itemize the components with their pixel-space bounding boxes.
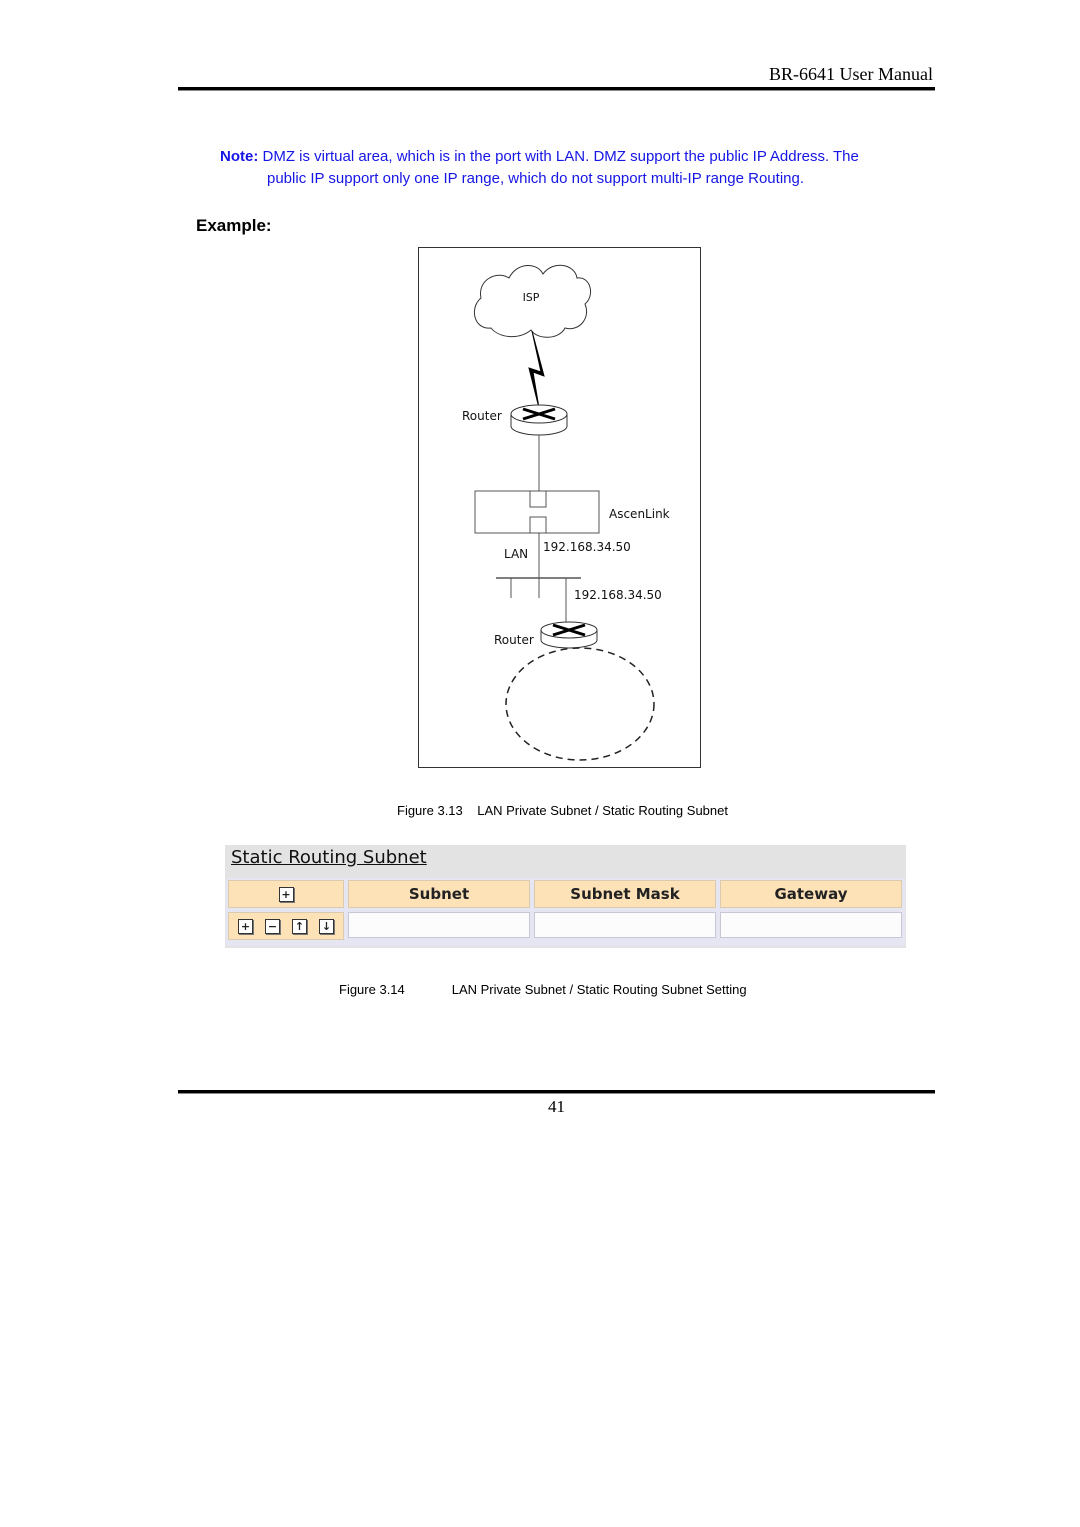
figure-14-number: Figure 3.14 [339,982,405,997]
row-actions-cell: + − ↑ ↓ [228,912,344,940]
column-header-subnet: Subnet [348,880,530,908]
example-heading: Example: [196,216,272,235]
header-rule [178,87,935,91]
panel-title: Static Routing Subnet [231,847,427,868]
router1-label: Router [462,409,502,423]
add-row-icon[interactable]: + [278,886,294,902]
figure-13-title: LAN Private Subnet / Static Routing Subn… [477,803,728,818]
table-row: + − ↑ ↓ [228,912,903,940]
router2-label: Router [494,633,534,647]
column-header-gateway: Gateway [720,880,902,908]
note-line-2: public IP support only one IP range, whi… [267,170,804,187]
remove-icon[interactable]: − [265,918,280,934]
page-number: 41 [548,1097,565,1116]
footer-rule [178,1090,935,1094]
network-diagram: ISP Router AscenLink 192.168.34.50 LAN 1… [418,247,701,768]
isp-label: ISP [523,291,540,304]
gateway-input[interactable] [720,912,902,938]
table-header-row: + Subnet Subnet Mask Gateway [228,880,903,908]
static-routing-table: + Subnet Subnet Mask Gateway + − ↑ ↓ [226,878,905,946]
note-paragraph: Note: DMZ is virtual area, which is in t… [220,146,920,190]
figure-14-caption: Figure 3.14 LAN Private Subnet / Static … [339,982,747,997]
ip-label-2: 192.168.34.50 [574,588,662,602]
network-diagram-svg: ISP Router AscenLink 192.168.34.50 LAN 1… [462,264,670,761]
subnet-cloud [505,647,655,761]
wan-link-icon [528,330,545,409]
subnet-input[interactable] [348,912,530,938]
add-icon[interactable]: + [238,918,253,934]
figure-13-number: Figure 3.13 [397,803,463,818]
static-routing-panel: Static Routing Subnet + Subnet Subnet Ma… [225,845,906,948]
column-header-subnet-mask: Subnet Mask [534,880,716,908]
note-label: Note: [220,148,259,165]
header-add-cell: + [228,880,344,908]
figure-13-caption: Figure 3.13 LAN Private Subnet / Static … [397,803,728,818]
note-line-1: DMZ is virtual area, which is in the por… [262,148,859,165]
figure-14-title: LAN Private Subnet / Static Routing Subn… [451,982,747,997]
lan-label: LAN [504,547,528,561]
ip-label-1: 192.168.34.50 [543,540,631,554]
header-title: BR-6641 User Manual [769,64,933,84]
move-down-icon[interactable]: ↓ [319,918,334,934]
ascenlink-label: AscenLink [609,507,670,521]
router-icon [510,404,568,436]
subnet-mask-input[interactable] [534,912,716,938]
move-up-icon[interactable]: ↑ [292,918,307,934]
router-icon [540,621,598,649]
